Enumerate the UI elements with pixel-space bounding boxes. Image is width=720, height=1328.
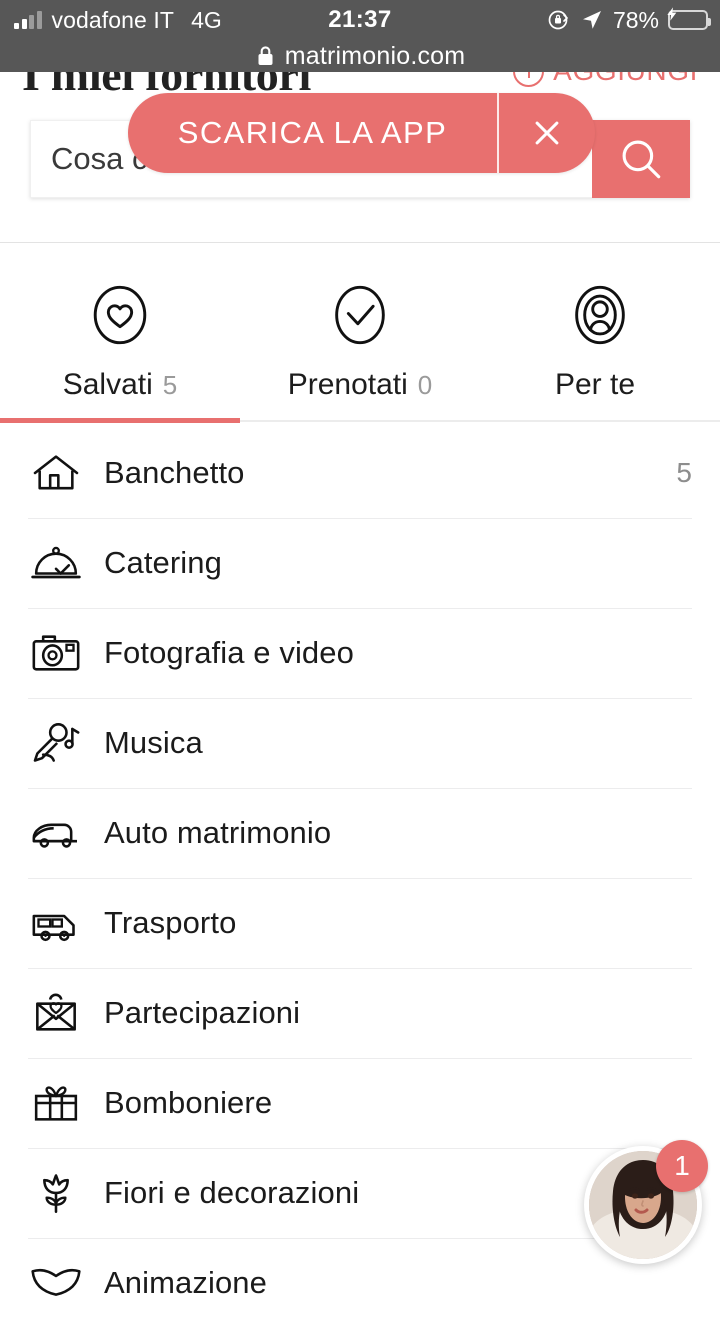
list-item[interactable]: Trasporto [0, 878, 720, 968]
person-target-icon [575, 285, 625, 345]
list-item[interactable]: Bomboniere [0, 1058, 720, 1148]
heart-circle-icon [93, 285, 147, 345]
camera-icon [28, 625, 104, 681]
check-circle-icon [335, 285, 385, 345]
banner-divider [497, 93, 499, 173]
list-item[interactable]: Fotografia e video [0, 608, 720, 698]
list-item-label: Bomboniere [104, 1085, 273, 1120]
cloche-icon [28, 535, 104, 591]
tab-salvati-label: Salvati [62, 368, 153, 401]
list-item[interactable]: Catering [0, 518, 720, 608]
microphone-note-icon [28, 715, 104, 771]
search-submit-button[interactable] [592, 120, 690, 198]
list-item[interactable]: Partecipazioni [0, 968, 720, 1058]
browser-url-bar[interactable]: matrimonio.com [0, 40, 720, 72]
close-icon [535, 121, 559, 145]
download-app-banner[interactable]: SCARICA LA APP [128, 93, 595, 173]
envelope-heart-icon [28, 985, 104, 1041]
list-item-count: 5 [676, 457, 692, 488]
tab-per-te-label: Per te [554, 368, 636, 401]
list-item-label: Auto matrimonio [104, 815, 332, 850]
tab-salvati[interactable]: Salvati 5 [0, 252, 240, 424]
list-item-label: Banchetto [104, 455, 245, 490]
location-arrow-icon [582, 11, 601, 29]
tab-per-te[interactable]: Per te [480, 252, 720, 424]
rotation-lock-icon [548, 10, 568, 30]
list-item-label: Fiori e decorazioni [104, 1175, 360, 1210]
download-app-cta[interactable]: SCARICA LA APP [128, 115, 497, 151]
status-right-group: 78% [547, 6, 711, 34]
close-banner-button[interactable] [499, 116, 595, 150]
tab-rail [240, 420, 720, 422]
tab-prenotati-count: 0 [417, 370, 433, 400]
car-icon [28, 805, 104, 861]
list-item-label: Musica [104, 725, 203, 760]
list-item[interactable]: Auto matrimonio [0, 788, 720, 878]
battery-charging-icon [667, 7, 711, 30]
tab-active-indicator [0, 418, 240, 423]
mask-icon [28, 1255, 104, 1311]
tulip-icon [28, 1165, 104, 1221]
lock-icon [258, 46, 273, 65]
chat-advisor-widget[interactable]: 1 [584, 1140, 708, 1264]
ios-status-bar: vodafone IT 4G 21:37 78% matrimonio.com [0, 0, 720, 72]
supplier-tabs: Salvati 5 Prenotati 0 Per te [0, 252, 720, 424]
tab-salvati-count: 5 [162, 370, 178, 400]
list-item[interactable]: Musica [0, 698, 720, 788]
list-item-label: Catering [104, 545, 222, 580]
house-icon [28, 445, 104, 501]
list-item-label: Animazione [104, 1265, 267, 1300]
url-host: matrimonio.com [284, 41, 466, 70]
search-icon [622, 140, 661, 179]
gift-icon [28, 1075, 104, 1131]
list-item[interactable]: Banchetto 5 [0, 428, 720, 518]
chat-unread-badge: 1 [656, 1140, 708, 1192]
list-item-label: Fotografia e video [104, 635, 354, 670]
bolt-icon [667, 7, 677, 21]
tab-prenotati[interactable]: Prenotati 0 [240, 252, 480, 424]
bus-icon [28, 895, 104, 951]
tab-prenotati-label: Prenotati [287, 368, 408, 401]
list-item-label: Trasporto [104, 905, 237, 940]
list-item-label: Partecipazioni [104, 995, 301, 1030]
battery-percentage: 78% [612, 6, 659, 33]
